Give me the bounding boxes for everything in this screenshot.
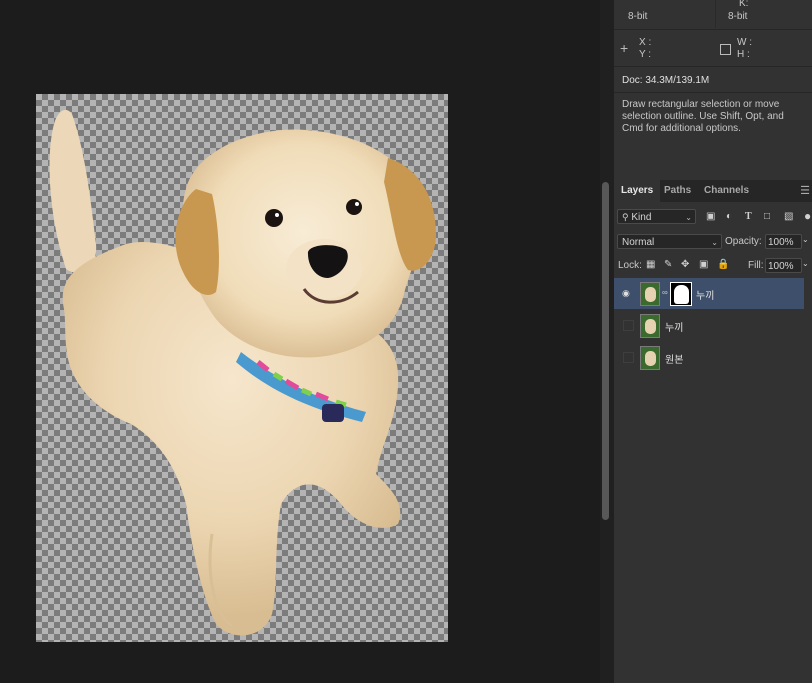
tab-layers[interactable]: Layers xyxy=(614,180,661,202)
lock-position-icon[interactable]: ✥ xyxy=(681,259,689,270)
left-bit-depth: 8-bit xyxy=(628,11,648,22)
opacity-input[interactable]: 100% xyxy=(765,234,802,249)
shape-filter-icon[interactable]: □ xyxy=(764,211,770,222)
tool-hint-line-1: Draw rectangular selection or move xyxy=(622,99,780,110)
layer-name: 원본 xyxy=(665,355,684,366)
x-label: X : xyxy=(639,37,652,48)
adjustment-filter-icon[interactable]: ◐ xyxy=(726,211,732,222)
tab-paths[interactable]: Paths xyxy=(664,180,691,202)
layer-row-original[interactable]: 원본 xyxy=(614,342,804,373)
tab-channels[interactable]: Channels xyxy=(704,180,749,202)
document-canvas[interactable] xyxy=(36,94,448,642)
blend-mode-select[interactable]: Normal ⌄ xyxy=(617,234,722,249)
visibility-toggle[interactable] xyxy=(623,320,634,331)
y-label: Y : xyxy=(639,49,652,60)
layers-panel: Layers Paths Channels ☰ ⚲ Kind ⌄ ▣ ◐ T □… xyxy=(614,180,812,683)
chevron-down-icon: ⌄ xyxy=(711,238,718,247)
info-separator xyxy=(614,29,812,30)
panel-scrollbar[interactable] xyxy=(602,182,609,520)
lock-image-pixels-icon[interactable]: ✎ xyxy=(664,259,672,270)
info-separator xyxy=(614,66,812,67)
pixel-filter-icon[interactable]: ▣ xyxy=(706,211,715,222)
fill-label: Fill: xyxy=(748,260,764,271)
info-panel: K: 8-bit 8-bit + X : Y : W : H : Doc: 34… xyxy=(614,0,812,180)
doc-size: Doc: 34.3M/139.1M xyxy=(622,75,710,86)
layer-row-cutout[interactable]: 누끼 xyxy=(614,310,804,341)
type-filter-icon[interactable]: T xyxy=(745,211,752,222)
h-label: H : xyxy=(737,49,750,60)
info-separator xyxy=(614,92,812,93)
chevron-down-icon[interactable]: ⌄ xyxy=(802,259,809,268)
visibility-toggle[interactable] xyxy=(623,352,634,363)
right-bit-depth: 8-bit xyxy=(728,11,748,22)
tool-hint-line-3: Cmd for additional options. xyxy=(622,123,741,134)
eye-icon[interactable]: ◉ xyxy=(622,288,632,298)
fill-value: 100% xyxy=(768,261,794,272)
blend-mode-value: Normal xyxy=(622,237,655,248)
k-label: K: xyxy=(739,0,749,9)
document-workspace[interactable] xyxy=(0,0,600,683)
layer-thumbnail xyxy=(640,314,660,338)
filter-kind-value: Kind xyxy=(631,212,652,223)
smart-object-filter-icon[interactable]: ▧ xyxy=(784,211,793,222)
fill-input[interactable]: 100% xyxy=(765,258,802,273)
lock-all-icon[interactable]: 🔒 xyxy=(717,259,729,270)
layer-row-cutout-masked[interactable]: ◉ ∞ 누끼 xyxy=(614,278,804,309)
opacity-label: Opacity: xyxy=(725,236,762,247)
opacity-value: 100% xyxy=(768,237,794,248)
w-label: W : xyxy=(737,37,752,48)
panel-tab-bar: Layers Paths Channels ☰ xyxy=(614,180,812,202)
tool-hint-line-2: selection outline. Use Shift, Opt, and xyxy=(622,111,784,122)
search-icon: ⚲ xyxy=(622,212,629,222)
selection-box-icon xyxy=(720,44,731,55)
panel-menu-icon[interactable]: ☰ xyxy=(800,184,810,197)
layer-filter-select[interactable]: ⚲ Kind ⌄ xyxy=(617,209,696,224)
filter-toggle-icon[interactable]: ● xyxy=(804,209,811,223)
chevron-down-icon[interactable]: ⌄ xyxy=(802,235,809,244)
layer-thumbnail xyxy=(640,346,660,370)
lock-label: Lock: xyxy=(618,260,642,271)
lock-artboard-icon[interactable]: ▣ xyxy=(699,259,708,270)
layer-thumbnail xyxy=(640,282,660,306)
layer-mask-thumbnail[interactable] xyxy=(670,282,692,306)
dog-cutout-image xyxy=(49,109,436,636)
chevron-down-icon: ⌄ xyxy=(685,213,692,222)
layer-name: 누끼 xyxy=(696,291,715,302)
crosshair-icon: + xyxy=(620,40,629,56)
layer-name: 누끼 xyxy=(665,323,684,334)
info-vertical-separator xyxy=(715,0,716,28)
chain-link-icon[interactable]: ∞ xyxy=(662,288,668,297)
lock-transparent-pixels-icon[interactable]: ▦ xyxy=(646,259,655,270)
